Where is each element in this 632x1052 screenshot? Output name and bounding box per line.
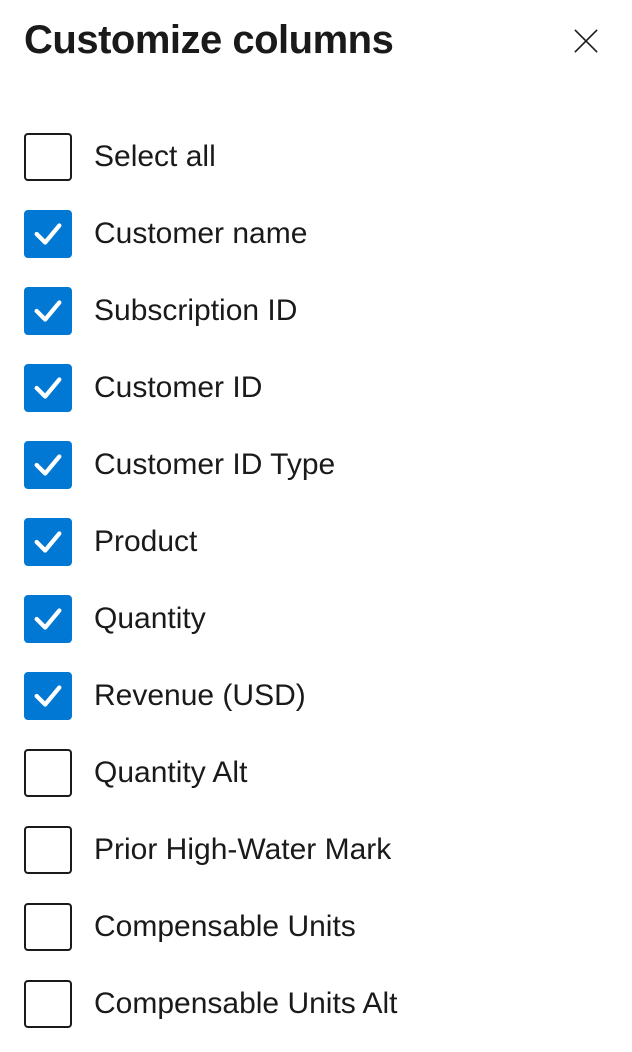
checkbox-revenue-usd[interactable] bbox=[24, 672, 72, 720]
checkbox-label-customer-name: Customer name bbox=[94, 217, 307, 251]
checkbox-customer-id-type[interactable] bbox=[24, 441, 72, 489]
checkbox-label-quantity: Quantity bbox=[94, 602, 206, 636]
checkbox-compensable-units-alt[interactable] bbox=[24, 980, 72, 1028]
checkbox-prior-high-water-mark[interactable] bbox=[24, 826, 72, 874]
check-icon bbox=[31, 371, 65, 405]
checkbox-customer-id[interactable] bbox=[24, 364, 72, 412]
checkbox-label-customer-id-type: Customer ID Type bbox=[94, 448, 335, 482]
checkbox-row-product[interactable]: Product bbox=[24, 518, 608, 566]
checkbox-row-customer-id-type[interactable]: Customer ID Type bbox=[24, 441, 608, 489]
checkbox-product[interactable] bbox=[24, 518, 72, 566]
checkbox-compensable-units[interactable] bbox=[24, 903, 72, 951]
check-icon bbox=[31, 217, 65, 251]
checkbox-label-compensable-units: Compensable Units bbox=[94, 910, 356, 944]
close-button[interactable] bbox=[564, 19, 608, 63]
panel-title: Customize columns bbox=[24, 18, 393, 63]
column-checkbox-list: Select all Customer name Subscription ID Cu… bbox=[24, 133, 608, 1028]
checkbox-label-prior-high-water-mark: Prior High-Water Mark bbox=[94, 833, 391, 867]
check-icon bbox=[31, 679, 65, 713]
checkbox-label-quantity-alt: Quantity Alt bbox=[94, 756, 247, 790]
checkbox-quantity-alt[interactable] bbox=[24, 749, 72, 797]
customize-columns-panel: Customize columns Select all Customer nam… bbox=[0, 0, 632, 1046]
checkbox-row-subscription-id[interactable]: Subscription ID bbox=[24, 287, 608, 335]
checkbox-label-product: Product bbox=[94, 525, 197, 559]
checkbox-label-compensable-units-alt: Compensable Units Alt bbox=[94, 987, 398, 1021]
panel-header: Customize columns bbox=[24, 18, 608, 63]
checkbox-customer-name[interactable] bbox=[24, 210, 72, 258]
checkbox-row-compensable-units-alt[interactable]: Compensable Units Alt bbox=[24, 980, 608, 1028]
checkbox-row-compensable-units[interactable]: Compensable Units bbox=[24, 903, 608, 951]
checkbox-label-subscription-id: Subscription ID bbox=[94, 294, 297, 328]
checkbox-select-all[interactable] bbox=[24, 133, 72, 181]
check-icon bbox=[31, 448, 65, 482]
checkbox-row-select-all[interactable]: Select all bbox=[24, 133, 608, 181]
checkbox-row-quantity[interactable]: Quantity bbox=[24, 595, 608, 643]
checkbox-label-customer-id: Customer ID bbox=[94, 371, 262, 405]
close-icon bbox=[570, 25, 602, 57]
checkbox-row-customer-name[interactable]: Customer name bbox=[24, 210, 608, 258]
check-icon bbox=[31, 294, 65, 328]
checkbox-row-quantity-alt[interactable]: Quantity Alt bbox=[24, 749, 608, 797]
checkbox-row-revenue-usd[interactable]: Revenue (USD) bbox=[24, 672, 608, 720]
checkbox-label-select-all: Select all bbox=[94, 140, 216, 174]
checkbox-quantity[interactable] bbox=[24, 595, 72, 643]
checkbox-row-customer-id[interactable]: Customer ID bbox=[24, 364, 608, 412]
checkbox-subscription-id[interactable] bbox=[24, 287, 72, 335]
check-icon bbox=[31, 602, 65, 636]
checkbox-row-prior-high-water-mark[interactable]: Prior High-Water Mark bbox=[24, 826, 608, 874]
check-icon bbox=[31, 525, 65, 559]
checkbox-label-revenue-usd: Revenue (USD) bbox=[94, 679, 306, 713]
